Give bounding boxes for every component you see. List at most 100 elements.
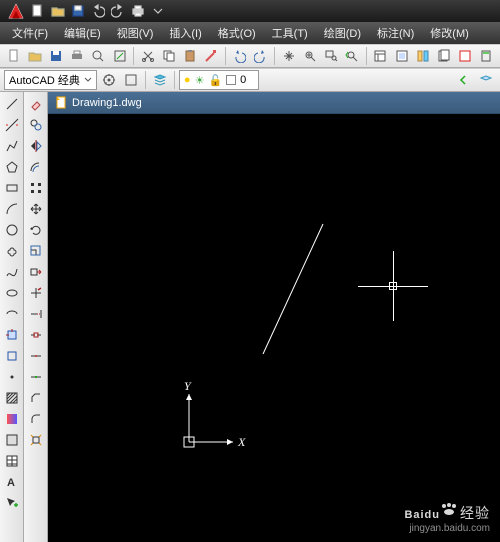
publish-icon[interactable] [110,46,129,66]
separator [133,47,134,65]
redo-btn-icon[interactable] [251,46,270,66]
menu-view[interactable]: 视图(V) [109,22,162,44]
make-block-icon[interactable] [2,346,22,366]
layer-name: 0 [240,74,246,86]
calc-icon[interactable] [477,46,496,66]
stretch-icon[interactable] [26,262,46,282]
spline-icon[interactable] [2,262,22,282]
menu-dimension[interactable]: 标注(N) [369,22,422,44]
layer-prev-icon[interactable] [454,70,474,90]
model-space-canvas[interactable]: X Y Baidu经验 jingyan.baidu.com [48,114,500,542]
work-area: A Drawing1.dwg [0,92,500,542]
workspace-settings-icon[interactable] [99,70,119,90]
document-tab[interactable]: Drawing1.dwg [48,92,500,114]
copy-obj-icon[interactable] [26,115,46,135]
save-file-icon[interactable] [46,46,65,66]
new-file-icon[interactable] [4,46,23,66]
zoom-window-icon[interactable] [321,46,340,66]
workspace-toolbar: AutoCAD 经典 ● ☀ 🔓 0 [0,68,500,92]
polygon-icon[interactable] [2,157,22,177]
print-icon[interactable] [130,3,146,19]
rotate-icon[interactable] [26,220,46,240]
qat-dropdown-icon[interactable] [150,3,166,19]
mirror-icon[interactable] [26,136,46,156]
line-icon[interactable] [2,94,22,114]
insert-block-icon[interactable] [2,325,22,345]
menu-draw[interactable]: 绘图(D) [316,22,369,44]
ellipse-arc-icon[interactable] [2,304,22,324]
preview-icon[interactable] [89,46,108,66]
undo-btn-icon[interactable] [230,46,249,66]
table-icon[interactable] [2,451,22,471]
layer-color-swatch [226,75,236,85]
match-icon[interactable] [202,46,221,66]
draw-toolbar: A [0,92,24,542]
workspace-label: AutoCAD 经典 [9,72,80,88]
cut-icon[interactable] [138,46,157,66]
markup-icon[interactable] [456,46,475,66]
pan-icon[interactable] [279,46,298,66]
polyline-icon[interactable] [2,136,22,156]
layer-states-icon[interactable] [476,70,496,90]
xline-icon[interactable] [2,115,22,135]
tool-palette-icon[interactable] [413,46,432,66]
rectangle-icon[interactable] [2,178,22,198]
addselect-icon[interactable] [2,493,22,513]
paste-icon[interactable] [180,46,199,66]
menu-format[interactable]: 格式(O) [210,22,264,44]
point-icon[interactable] [2,367,22,387]
circle-icon[interactable] [2,220,22,240]
svg-text:A: A [7,477,15,489]
menu-tools[interactable]: 工具(T) [264,22,316,44]
ellipse-icon[interactable] [2,283,22,303]
copy-icon[interactable] [159,46,178,66]
menu-bar: 文件(F) 编辑(E) 视图(V) 插入(I) 格式(O) 工具(T) 绘图(D… [0,22,500,44]
chamfer-icon[interactable] [26,388,46,408]
zoom-prev-icon[interactable] [343,46,362,66]
file-icon [54,96,68,110]
break-point-icon[interactable] [26,346,46,366]
menu-insert[interactable]: 插入(I) [161,22,209,44]
sheetset-icon[interactable] [434,46,453,66]
workspace-save-icon[interactable] [121,70,141,90]
fillet-icon[interactable] [26,409,46,429]
new-icon[interactable] [30,3,46,19]
extend-icon[interactable] [26,304,46,324]
arc-icon[interactable] [2,199,22,219]
save-icon[interactable] [70,3,86,19]
region-icon[interactable] [2,430,22,450]
mtext-icon[interactable]: A [2,472,22,492]
freeze-icon: ☀ [195,74,205,87]
move-icon[interactable] [26,199,46,219]
redo-icon[interactable] [110,3,126,19]
lock-icon: 🔓 [208,74,222,87]
array-icon[interactable] [26,178,46,198]
design-center-icon[interactable] [392,46,411,66]
break-icon[interactable] [26,325,46,345]
erase-icon[interactable] [26,94,46,114]
revcloud-icon[interactable] [2,241,22,261]
separator [366,47,367,65]
menu-file[interactable]: 文件(F) [4,22,56,44]
trim-icon[interactable] [26,283,46,303]
gradient-icon[interactable] [2,409,22,429]
join-icon[interactable] [26,367,46,387]
separator [225,47,226,65]
layer-manager-icon[interactable] [150,70,170,90]
scale-icon[interactable] [26,241,46,261]
offset-icon[interactable] [26,157,46,177]
properties-icon[interactable] [371,46,390,66]
explode-icon[interactable] [26,430,46,450]
workspace-selector[interactable]: AutoCAD 经典 [4,70,97,90]
open-icon[interactable] [50,3,66,19]
menu-modify[interactable]: 修改(M) [422,22,477,44]
menu-edit[interactable]: 编辑(E) [56,22,109,44]
undo-icon[interactable] [90,3,106,19]
layer-selector[interactable]: ● ☀ 🔓 0 [179,70,259,90]
ucs-y-label: Y [184,379,191,394]
open-file-icon[interactable] [25,46,44,66]
hatch-icon[interactable] [2,388,22,408]
app-logo [6,2,26,20]
plot-icon[interactable] [68,46,87,66]
zoom-realtime-icon[interactable] [300,46,319,66]
